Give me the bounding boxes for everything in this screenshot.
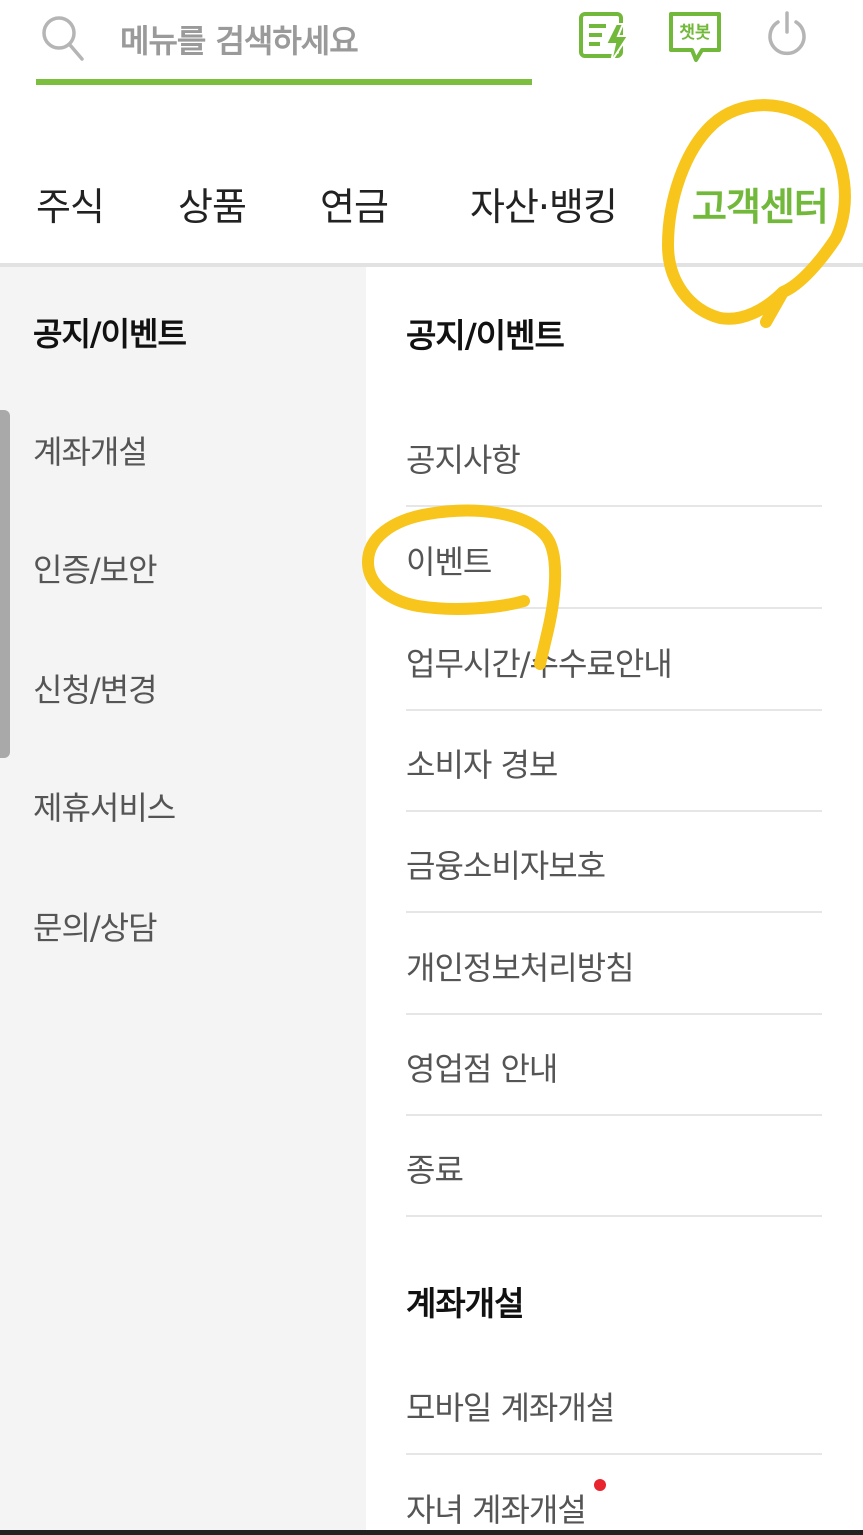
- section-title-account-opening: 계좌개설: [406, 1284, 524, 1323]
- menu-item-label: 개인정보처리방침: [406, 949, 635, 987]
- section-title-notice-event: 공지/이벤트: [406, 316, 565, 355]
- category-tabs: 주식 상품 연금 자산·뱅킹 고객센터: [0, 160, 863, 264]
- menu-item-mobile-account[interactable]: 모바일 계좌개설: [406, 1353, 822, 1455]
- chatbot-label: 챗봇: [679, 23, 711, 43]
- menu-item-consumer-protection[interactable]: 금융소비자보호: [406, 811, 822, 913]
- sidebar-item-partner-services[interactable]: 제휴서비스: [33, 783, 176, 829]
- tab-stocks[interactable]: 주식: [36, 176, 105, 231]
- quick-order-icon[interactable]: [576, 8, 634, 66]
- power-icon[interactable]: [764, 10, 810, 56]
- search-bar[interactable]: 메뉴를 검색하세요: [36, 0, 532, 86]
- menu-item-events[interactable]: 이벤트: [406, 507, 822, 609]
- menu-content: 공지/이벤트 공지사항 이벤트 업무시간/수수료안내 소비자 경보 금융소비자보…: [366, 267, 863, 1535]
- menu-item-label: 이벤트: [406, 543, 492, 581]
- menu-item-privacy-policy[interactable]: 개인정보처리방침: [406, 913, 822, 1015]
- sidebar-item-inquiry[interactable]: 문의/상담: [33, 903, 158, 949]
- menu-item-child-account[interactable]: 자녀 계좌개설: [406, 1455, 822, 1535]
- menu-item-label: 자녀 계좌개설: [406, 1491, 587, 1529]
- sidebar: 공지/이벤트 계좌개설 인증/보안 신청/변경 제휴서비스 문의/상담: [0, 267, 366, 1535]
- bottom-edge: [0, 1530, 863, 1535]
- menu-item-consumer-alert[interactable]: 소비자 경보: [406, 710, 822, 812]
- menu-item-exit[interactable]: 종료: [406, 1115, 822, 1217]
- sidebar-item-notice-event[interactable]: 공지/이벤트: [33, 309, 187, 355]
- menu-item-label: 종료: [406, 1151, 464, 1189]
- tab-assets-banking[interactable]: 자산·뱅킹: [470, 176, 618, 231]
- sidebar-item-apply-change[interactable]: 신청/변경: [33, 665, 158, 711]
- tab-pension[interactable]: 연금: [320, 176, 389, 231]
- menu-item-label: 공지사항: [406, 441, 521, 479]
- tab-customer-center[interactable]: 고객센터: [692, 176, 829, 231]
- new-badge-dot: [594, 1479, 606, 1491]
- tab-products[interactable]: 상품: [178, 176, 247, 231]
- menu-item-notices[interactable]: 공지사항: [406, 405, 822, 507]
- chatbot-icon[interactable]: 챗봇: [666, 8, 724, 66]
- menu-item-hours-fees[interactable]: 업무시간/수수료안내: [406, 609, 822, 711]
- menu-item-label: 금융소비자보호: [406, 847, 606, 885]
- menu-item-label: 업무시간/수수료안내: [406, 645, 673, 683]
- search-underline: [36, 79, 532, 85]
- sidebar-item-account-opening[interactable]: 계좌개설: [33, 427, 148, 473]
- menu-item-label: 영업점 안내: [406, 1050, 558, 1088]
- menu-item-branch-info[interactable]: 영업점 안내: [406, 1014, 822, 1116]
- search-input[interactable]: 메뉴를 검색하세요: [120, 16, 359, 62]
- sidebar-item-auth-security[interactable]: 인증/보안: [33, 545, 158, 591]
- menu-item-label: 소비자 경보: [406, 746, 558, 784]
- search-icon[interactable]: [40, 14, 84, 62]
- sidebar-scrollbar[interactable]: [0, 410, 10, 758]
- menu-item-label: 모바일 계좌개설: [406, 1389, 615, 1427]
